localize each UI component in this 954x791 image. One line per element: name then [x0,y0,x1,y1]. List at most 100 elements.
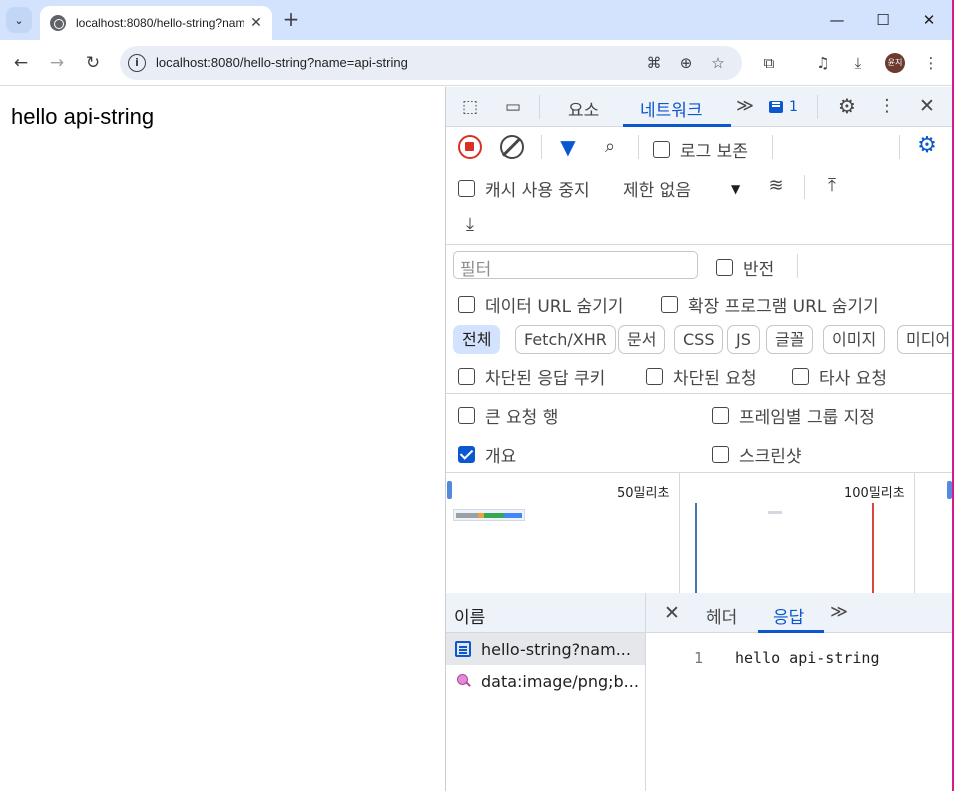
blocked-cookies-checkbox[interactable]: 차단된 응답 쿠키 [458,364,605,389]
page-viewport: hello api-string [0,87,445,791]
more-options-icon[interactable]: ⋮ [876,95,898,117]
checkbox[interactable] [792,368,809,385]
profile-avatar[interactable]: 윤지 [885,53,905,73]
site-info-icon[interactable]: i [128,54,146,72]
detail-tab-bar: ✕ 헤더 응답 ≫ [646,593,953,633]
filter-chip-media[interactable]: 미디어 [897,325,954,354]
request-list: 이름 hello-string?nam... data:image/png;b.… [446,593,646,791]
overview-checkbox[interactable]: 개요 [458,442,516,467]
filter-chip-js[interactable]: JS [727,325,760,354]
overview-left-handle[interactable] [447,481,452,499]
menu-kebab-icon[interactable]: ⋮ [920,52,942,74]
back-button[interactable]: ← [9,51,33,75]
response-body[interactable]: hello api-string [735,649,880,667]
reload-button[interactable]: ↻ [81,51,105,75]
tab-headers[interactable]: 헤더 [706,603,737,628]
group-by-frame-label: 프레임별 그룹 지정 [739,408,875,428]
hide-extension-urls-checkbox[interactable]: 확장 프로그램 URL 숨기기 [661,292,879,317]
media-controls-icon[interactable]: ♫ [812,52,834,74]
checkbox[interactable] [712,446,729,463]
timeline-label-50ms: 50밀리초 [617,486,670,501]
network-conditions-icon[interactable]: ≋ [762,175,790,197]
invert-checkbox[interactable]: 반전 [716,255,774,280]
filter-chip-fetch-xhr[interactable]: Fetch/XHR [515,325,616,354]
download-icon[interactable]: ⤓ [847,52,869,74]
tab-strip: ⌄ localhost:8080/hello-string?name=api-s… [0,0,954,40]
filter-chip-css[interactable]: CSS [674,325,724,354]
active-tab-indicator [623,124,731,127]
filter-chip-doc[interactable]: 문서 [618,325,666,354]
search-icon[interactable]: ⌕ [598,136,622,158]
request-name: hello-string?nam... [481,639,631,659]
third-party-label: 타사 요청 [819,369,887,389]
close-detail-icon[interactable]: ✕ [661,602,683,624]
tab-network[interactable]: 네트워크 [640,96,703,121]
checkbox[interactable] [646,368,663,385]
inspect-element-icon[interactable]: ⬚ [458,96,482,118]
issues-counter[interactable]: 1 [769,99,798,115]
zoom-icon[interactable]: ⊕ [676,53,696,73]
checkbox[interactable] [458,296,475,313]
tab-close-button[interactable]: ✕ [248,15,264,31]
preserve-log-checkbox[interactable]: 로그 보존 [653,137,748,162]
network-settings-gear-icon[interactable]: ⚙ [914,135,940,157]
forward-button[interactable]: → [45,51,69,75]
hide-data-urls-checkbox[interactable]: 데이터 URL 숨기기 [458,292,623,317]
group-by-frame-checkbox[interactable]: 프레임별 그룹 지정 [712,403,875,428]
request-row[interactable]: data:image/png;b... [446,665,645,697]
tab-search-button[interactable]: ⌄ [6,7,32,33]
tab-response[interactable]: 응답 [773,603,804,628]
bookmark-star-icon[interactable]: ☆ [708,53,728,73]
filter-input[interactable]: 필터 [453,251,698,280]
import-har-icon[interactable]: ⤒ [820,175,844,197]
filter-chip-font[interactable]: 글꼴 [766,325,814,354]
document-icon [455,641,471,657]
minimize-button[interactable]: — [822,8,852,32]
divider [446,393,953,394]
browser-toolbar: ← → ↻ i localhost:8080/hello-string?name… [0,40,954,86]
filter-funnel-icon[interactable]: ▼ [556,136,580,158]
reload-icon: ↻ [85,53,101,73]
checkbox[interactable] [716,259,733,276]
checkbox[interactable] [712,407,729,424]
more-tabs-icon[interactable]: ≫ [734,95,756,117]
screenshots-checkbox[interactable]: 스크린샷 [712,442,802,467]
close-window-button[interactable]: ✕ [914,8,944,32]
checkbox-checked[interactable] [458,446,475,463]
checkbox[interactable] [661,296,678,313]
checkbox[interactable] [653,141,670,158]
translate-icon[interactable]: ⌘ [644,53,664,73]
close-devtools-icon[interactable]: ✕ [916,95,938,117]
third-party-checkbox[interactable]: 타사 요청 [792,364,887,389]
checkbox[interactable] [458,407,475,424]
address-url[interactable]: localhost:8080/hello-string?name=api-str… [156,55,408,70]
filter-chip-img[interactable]: 이미지 [823,325,886,354]
name-column-header[interactable]: 이름 [446,593,645,633]
extensions-icon[interactable]: ⧉ [758,52,780,74]
network-overview[interactable]: 50밀리초 100밀리초 [446,472,953,593]
big-request-rows-checkbox[interactable]: 큰 요청 행 [458,403,558,428]
throttling-select[interactable]: 제한 없음 ▼ [623,176,740,201]
record-stop-button[interactable] [458,135,482,159]
throttling-value: 제한 없음 [623,181,691,201]
tab-elements[interactable]: 요소 [568,96,599,121]
checkbox[interactable] [458,180,475,197]
devtools-panel: ⬚ ▭ 요소 네트워크 ≫ 1 ⚙ ⋮ ✕ ▼ ⌕ 로그 보존 ⚙ 캐시 사용 … [445,87,954,791]
device-toolbar-icon[interactable]: ▭ [501,96,525,118]
new-tab-button[interactable]: + [280,8,302,30]
export-har-icon[interactable]: ⤓ [458,214,482,236]
address-bar[interactable]: i localhost:8080/hello-string?name=api-s… [120,46,742,80]
blocked-requests-checkbox[interactable]: 차단된 요청 [646,364,757,389]
issues-count: 1 [789,99,798,115]
checkbox[interactable] [458,368,475,385]
maximize-button[interactable]: ☐ [868,8,898,32]
clear-log-button[interactable] [500,135,524,159]
disable-cache-checkbox[interactable]: 캐시 사용 중지 [458,176,590,201]
devtools-tab-bar: ⬚ ▭ 요소 네트워크 ≫ 1 ⚙ ⋮ ✕ [446,87,953,127]
more-detail-tabs-icon[interactable]: ≫ [828,601,850,623]
request-row[interactable]: hello-string?nam... [446,633,645,665]
browser-tab[interactable]: localhost:8080/hello-string?name=api-str… [40,6,272,40]
request-bar [453,509,525,521]
settings-gear-icon[interactable]: ⚙ [835,95,859,117]
filter-chip-all[interactable]: 전체 [453,325,501,354]
